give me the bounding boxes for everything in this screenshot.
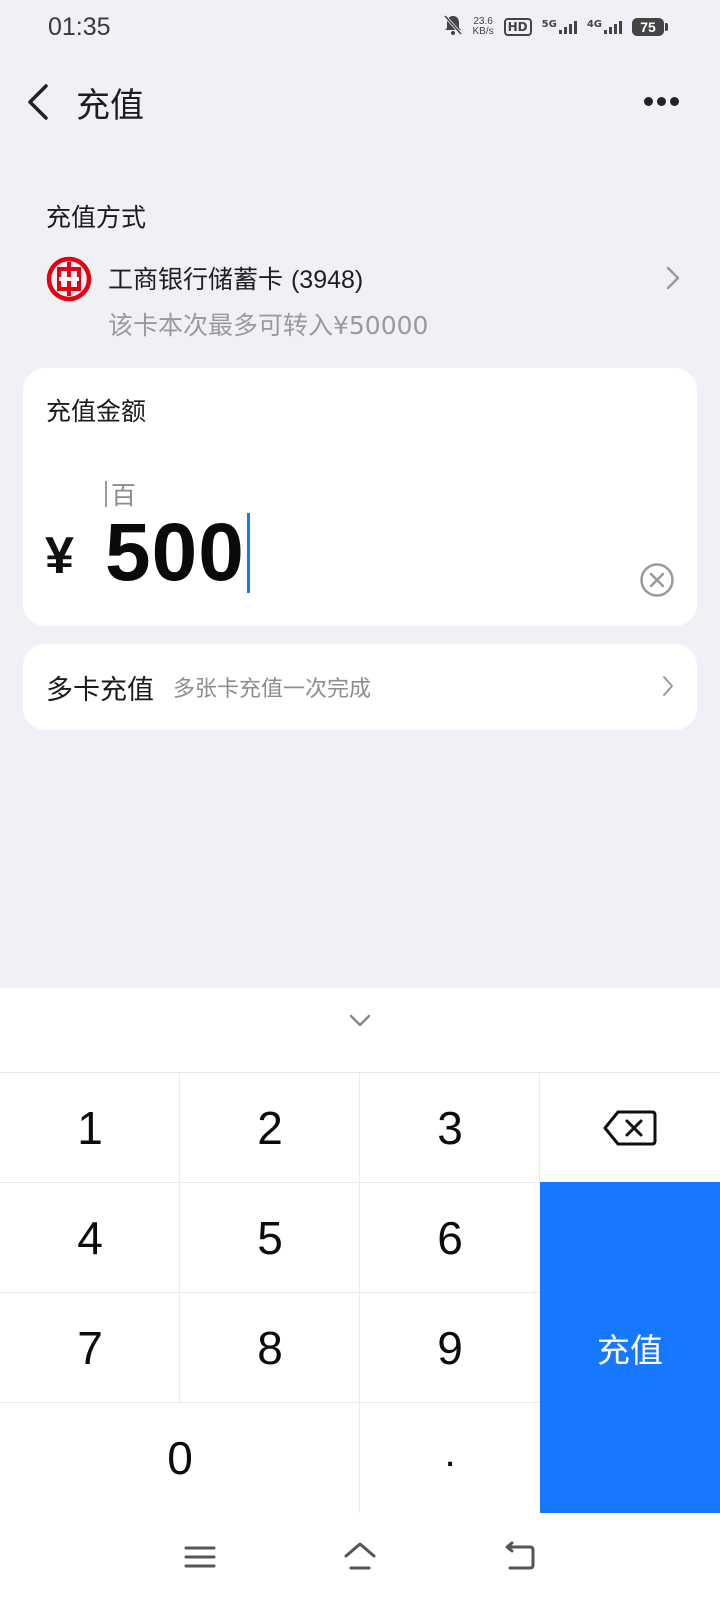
key-3[interactable]: 3 [360, 1073, 540, 1183]
key-2[interactable]: 2 [180, 1073, 360, 1183]
bank-name: 工商银行储蓄卡 (3948) [108, 260, 363, 296]
recharge-confirm-button[interactable]: 充值 [540, 1182, 720, 1513]
currency-symbol: ¥ [45, 527, 74, 585]
status-time: 01:35 [48, 13, 111, 41]
menu-button[interactable] [182, 1539, 218, 1575]
multi-card-title: 多卡充值 [46, 675, 154, 706]
numeric-keypad: 1 2 3 4 5 6 7 8 9 0 . 充值 [0, 988, 720, 1600]
more-dots-icon [643, 96, 679, 106]
amount-card: 充值金额 百 ¥ 500 [23, 368, 697, 626]
status-icons: 23.6 KB/s HD 5G 4G 75 [443, 14, 668, 40]
back-button[interactable] [20, 80, 60, 124]
collapse-keypad-button[interactable] [340, 1006, 380, 1036]
more-options-button[interactable] [636, 86, 686, 116]
key-4[interactable]: 4 [0, 1183, 180, 1293]
transfer-limit-text: 该卡本次最多可转入¥50000 [108, 311, 429, 340]
menu-icon [184, 1546, 216, 1568]
signal-5g-icon: 5G [542, 20, 577, 34]
nav-back-button[interactable] [502, 1539, 538, 1575]
clear-circle-icon [640, 563, 674, 597]
key-decimal[interactable]: . [360, 1403, 540, 1503]
payment-method-label: 充值方式 [46, 203, 147, 232]
amount-input[interactable]: 500 [105, 507, 250, 598]
page-title: 充值 [76, 86, 144, 126]
icbc-logo-icon [46, 256, 92, 302]
chevron-right-icon [661, 674, 675, 698]
backspace-key[interactable] [540, 1073, 720, 1183]
key-1[interactable]: 1 [0, 1073, 180, 1183]
clear-amount-button[interactable] [639, 562, 675, 598]
key-7[interactable]: 7 [0, 1293, 180, 1403]
battery-icon: 75 [632, 18, 668, 36]
system-nav-bar [0, 1513, 720, 1600]
hd-badge: HD [503, 18, 532, 36]
payment-method-selector[interactable]: 工商银行储蓄卡 (3948) 该卡本次最多可转入¥50000 [40, 250, 700, 340]
chevron-right-icon [664, 264, 682, 292]
multi-card-recharge[interactable]: 多卡充值 多张卡充值一次完成 [23, 644, 697, 730]
key-5[interactable]: 5 [180, 1183, 360, 1293]
chevron-down-icon [349, 1014, 371, 1027]
multi-card-subtitle: 多张卡充值一次完成 [173, 677, 372, 702]
status-bar: 01:35 23.6 KB/s HD 5G 4G 75 [0, 0, 720, 56]
bell-muted-icon [443, 14, 463, 40]
card-suffix: (3948) [290, 266, 364, 294]
key-0[interactable]: 0 [0, 1403, 360, 1513]
signal-5g-label: 5G [541, 19, 557, 30]
net-speed: 23.6 KB/s [473, 17, 494, 37]
key-6[interactable]: 6 [360, 1183, 540, 1293]
nav-back-icon [505, 1541, 535, 1570]
chevron-left-icon [28, 84, 48, 120]
signal-4g-label: 4G [586, 19, 602, 30]
key-8[interactable]: 8 [180, 1293, 360, 1403]
signal-4g-icon: 4G [587, 20, 622, 34]
net-speed-unit: KB/s [472, 26, 494, 37]
home-button[interactable] [342, 1539, 378, 1575]
unit-hint-marker [105, 481, 107, 507]
key-9[interactable]: 9 [360, 1293, 540, 1403]
backspace-icon [603, 1110, 657, 1146]
bank-name-text: 工商银行储蓄卡 [108, 265, 284, 294]
amount-label: 充值金额 [46, 397, 147, 426]
amount-value: 500 [105, 507, 245, 598]
home-icon [344, 1542, 376, 1570]
text-caret [246, 513, 250, 593]
